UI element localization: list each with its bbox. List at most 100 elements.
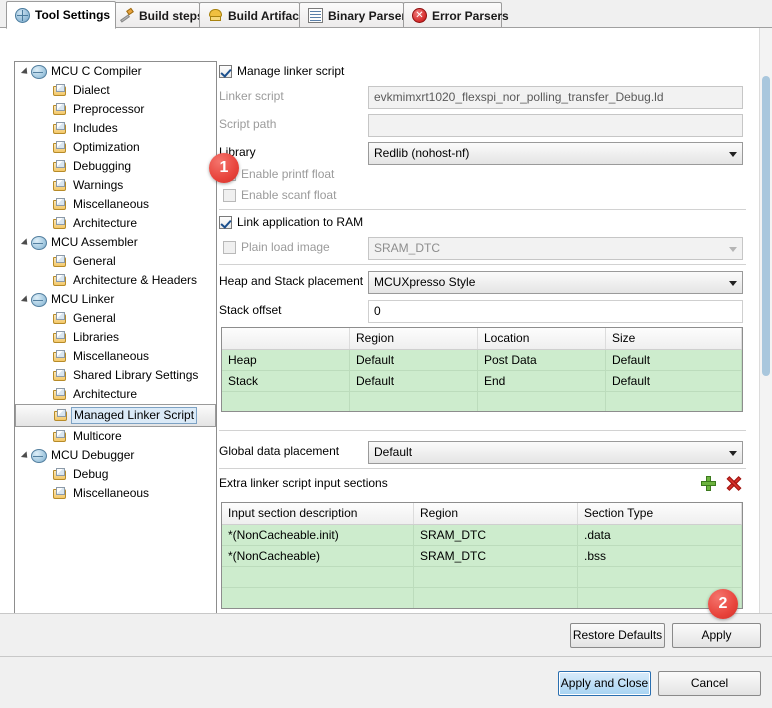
table-cell[interactable]: *(NonCacheable.init) [222, 525, 414, 546]
heap-stack-table[interactable]: Region Location Size Heap Default Post Data De… [221, 327, 743, 412]
link-application-to-ram-row[interactable]: Link application to RAM [219, 215, 363, 229]
table-cell[interactable]: End [478, 371, 606, 392]
folder-icon [53, 83, 69, 99]
manage-linker-script-checkbox[interactable] [219, 64, 232, 78]
tree-item-miscellaneous[interactable]: Miscellaneous [15, 195, 216, 214]
table-row[interactable]: *(NonCacheable.init) SRAM_DTC .data [222, 525, 742, 546]
tree-item-architecture[interactable]: Architecture [15, 385, 216, 404]
expand-arrow-icon[interactable] [19, 66, 31, 77]
enable-scanf-float-row[interactable]: Enable scanf float [223, 188, 336, 202]
table-cell[interactable]: Post Data [478, 350, 606, 371]
tree-item-optimization[interactable]: Optimization [15, 138, 216, 157]
column-header[interactable]: Section Type [578, 503, 742, 524]
plain-load-image-row[interactable]: Plain load image [223, 240, 330, 254]
table-cell[interactable]: Stack [222, 371, 350, 392]
scrollbar-thumb[interactable] [762, 76, 770, 376]
tree-item-preprocessor[interactable]: Preprocessor [15, 100, 216, 119]
table-row[interactable]: *(NonCacheable) SRAM_DTC .bss [222, 546, 742, 567]
table-cell[interactable]: .bss [578, 546, 742, 567]
apply-and-close-button[interactable]: Apply and Close [558, 671, 651, 696]
expand-arrow-icon[interactable] [19, 294, 31, 305]
tree-item-shared-library-settings[interactable]: Shared Library Settings [15, 366, 216, 385]
table-cell[interactable] [222, 392, 350, 411]
column-header[interactable]: Region [414, 503, 578, 524]
column-header[interactable] [222, 328, 350, 349]
manage-linker-script-row[interactable]: Manage linker script [219, 64, 344, 78]
table-cell[interactable] [606, 392, 742, 411]
table-row[interactable]: Heap Default Post Data Default [222, 350, 742, 371]
table-cell[interactable]: Default [606, 371, 742, 392]
column-header[interactable]: Region [350, 328, 478, 349]
column-header[interactable]: Location [478, 328, 606, 349]
tab-build-artifact[interactable]: Build Artifact [199, 2, 303, 28]
table-cell[interactable]: Heap [222, 350, 350, 371]
tree-item-mcu-linker[interactable]: MCU Linker [15, 290, 216, 309]
table-cell[interactable]: *(NonCacheable) [222, 546, 414, 567]
table-cell[interactable]: SRAM_DTC [414, 546, 578, 567]
expand-arrow-icon[interactable] [19, 237, 31, 248]
tree-item-miscellaneous[interactable]: Miscellaneous [15, 484, 216, 503]
table-cell[interactable] [350, 392, 478, 411]
tree-item-multicore[interactable]: Multicore [15, 427, 216, 446]
table-row[interactable] [222, 567, 742, 588]
table-cell[interactable]: .data [578, 525, 742, 546]
tree-item-general[interactable]: General [15, 252, 216, 271]
link-application-to-ram-checkbox[interactable] [219, 215, 232, 229]
tree-item-includes[interactable]: Includes [15, 119, 216, 138]
tree-item-libraries[interactable]: Libraries [15, 328, 216, 347]
extra-sections-label-wrap: Extra linker script input sections [219, 476, 388, 490]
plain-load-image-checkbox[interactable] [223, 240, 236, 254]
tree-item-managed-linker-script[interactable]: Managed Linker Script [15, 404, 216, 427]
table-cell[interactable] [414, 567, 578, 588]
table-cell[interactable]: Default [350, 350, 478, 371]
heap-stack-label-wrap: Heap and Stack placement [219, 274, 363, 288]
tree-item-miscellaneous[interactable]: Miscellaneous [15, 347, 216, 366]
column-header[interactable]: Input section description [222, 503, 414, 524]
tree-item-architecture-headers[interactable]: Architecture & Headers [15, 271, 216, 290]
expand-arrow-icon[interactable] [19, 450, 31, 461]
delete-section-icon[interactable] [726, 476, 741, 491]
tree-item-mcu-debugger[interactable]: MCU Debugger [15, 446, 216, 465]
settings-tree[interactable]: MCU C Compiler Dialect Preprocessor Include… [14, 61, 217, 626]
table-cell[interactable] [414, 588, 578, 608]
tree-item-warnings[interactable]: Warnings [15, 176, 216, 195]
script-path-input[interactable] [368, 114, 743, 137]
stack-offset-input[interactable]: 0 [368, 300, 743, 323]
global-data-placement-select[interactable]: Default [368, 441, 743, 464]
tab-tool-settings[interactable]: Tool Settings [6, 1, 116, 29]
tab-error-parsers[interactable]: ✕ Error Parsers [403, 2, 509, 28]
table-cell[interactable] [578, 567, 742, 588]
linker-script-input[interactable]: evkmimxrt1020_flexspi_nor_polling_transf… [368, 86, 743, 109]
tree-item-general[interactable]: General [15, 309, 216, 328]
extra-sections-table[interactable]: Input section description Region Section T… [221, 502, 743, 609]
library-select[interactable]: Redlib (nohost-nf) [368, 142, 743, 165]
enable-scanf-float-checkbox[interactable] [223, 188, 236, 202]
table-cell[interactable] [478, 392, 606, 411]
column-header[interactable]: Size [606, 328, 742, 349]
tree-item-architecture[interactable]: Architecture [15, 214, 216, 233]
tree-item-mcu-assembler[interactable]: MCU Assembler [15, 233, 216, 252]
tree-item-mcu-c-compiler[interactable]: MCU C Compiler [15, 62, 216, 81]
plain-load-region-select[interactable]: SRAM_DTC [368, 237, 743, 260]
table-row[interactable] [222, 392, 742, 411]
vertical-scrollbar[interactable] [759, 28, 772, 613]
table-row[interactable] [222, 588, 742, 608]
table-cell[interactable] [222, 588, 414, 608]
enable-printf-float-row[interactable]: Enable printf float [223, 167, 334, 181]
divider-3 [219, 430, 746, 431]
apply-button[interactable]: Apply [672, 623, 761, 648]
tab-build-steps[interactable]: Build steps [110, 2, 204, 28]
table-cell[interactable]: Default [350, 371, 478, 392]
cancel-button[interactable]: Cancel [658, 671, 761, 696]
tree-item-dialect[interactable]: Dialect [15, 81, 216, 100]
tree-item-debug[interactable]: Debug [15, 465, 216, 484]
tab-binary-parsers[interactable]: Binary Parsers [299, 2, 413, 28]
add-section-icon[interactable] [701, 476, 716, 491]
table-row[interactable]: Stack Default End Default [222, 371, 742, 392]
table-cell[interactable]: SRAM_DTC [414, 525, 578, 546]
table-cell[interactable]: Default [606, 350, 742, 371]
heap-stack-placement-select[interactable]: MCUXpresso Style [368, 271, 743, 294]
restore-defaults-button[interactable]: Restore Defaults [570, 623, 665, 648]
tree-item-debugging[interactable]: Debugging [15, 157, 216, 176]
table-cell[interactable] [222, 567, 414, 588]
